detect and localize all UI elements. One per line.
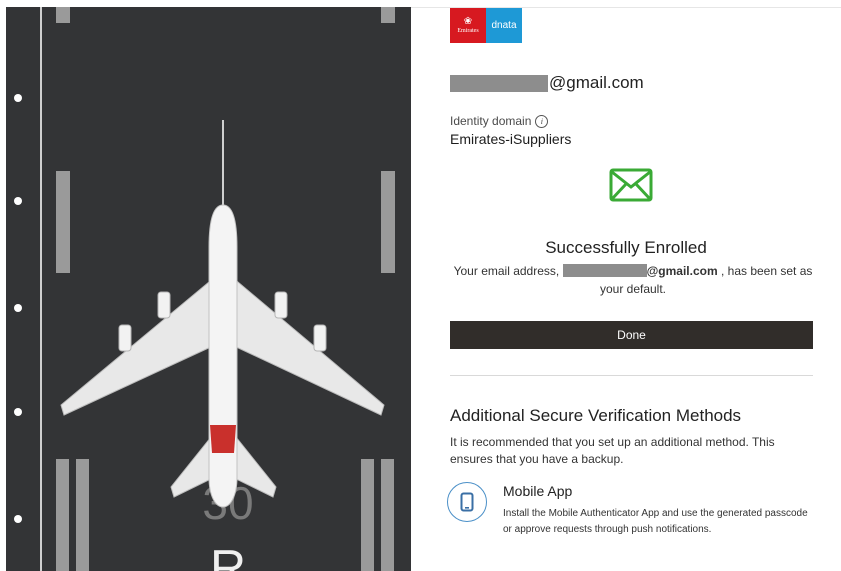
info-icon[interactable]: i: [535, 114, 549, 128]
redacted-email-user-inline: [562, 264, 647, 277]
mobile-phone-icon: [447, 482, 487, 522]
runway-illustration: 30 R: [6, 7, 411, 571]
mobile-app-title: Mobile App: [503, 483, 573, 499]
success-message: Your email address, @gmail.com , has bee…: [447, 262, 819, 298]
identity-domain-label-row: Identity domain i: [450, 114, 549, 128]
additional-methods-description: It is recommended that you set up an add…: [450, 435, 775, 466]
section-divider: [450, 375, 813, 376]
done-button[interactable]: Done: [450, 321, 813, 349]
dnata-logo-text: dnata: [491, 20, 517, 31]
brand-logos: ❀ Emirates dnata: [450, 8, 522, 43]
dnata-logo: dnata: [486, 8, 522, 43]
emirates-logo: ❀ Emirates: [450, 8, 486, 43]
envelope-icon: [609, 168, 653, 202]
mobile-app-method[interactable]: Mobile App Install the Mobile Authentica…: [447, 482, 827, 542]
emirates-emblem-icon: ❀: [463, 16, 473, 27]
additional-methods-title: Additional Secure Verification Methods: [450, 406, 742, 425]
success-title: Successfully Enrolled: [545, 238, 707, 257]
mobile-app-description: Install the Mobile Authenticator App and…: [503, 508, 808, 535]
success-message-email: @gmail.com: [646, 264, 718, 278]
identity-domain-value: Emirates-iSuppliers: [450, 131, 572, 147]
identity-domain-label: Identity domain: [450, 114, 532, 128]
email-suffix: @gmail.com: [549, 73, 644, 92]
redacted-email-user: [450, 74, 548, 92]
emirates-logo-text: Emirates: [457, 28, 479, 34]
success-message-prefix: Your email address,: [453, 264, 560, 278]
enrollment-pane: ❀ Emirates dnata @gmail.com Identity dom…: [411, 0, 841, 571]
airplane-icon: [60, 120, 385, 508]
account-email: @gmail.com: [450, 73, 644, 93]
runway-letter: R: [210, 540, 246, 571]
